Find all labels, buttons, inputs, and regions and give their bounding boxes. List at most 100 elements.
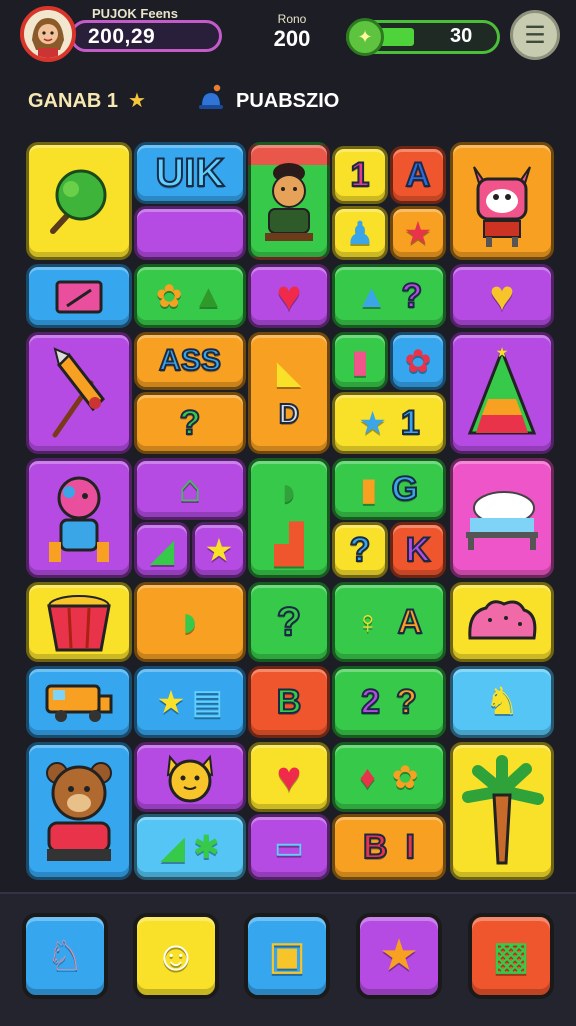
player-name: PUJOK Feens [92,6,178,21]
tray-tile[interactable]: ▭ [248,814,330,880]
uik-tile[interactable]: UIK [134,142,246,204]
helmet-tile[interactable]: ◗ [134,582,246,662]
d-label: D [278,397,300,430]
star-tile[interactable]: ★ [390,206,446,260]
card-icon: ▤ [191,683,224,721]
question-label: ? [276,599,302,645]
cake-icon [468,600,537,640]
a-tile[interactable]: A [390,146,446,204]
shoe-tile[interactable]: ◢ [134,522,190,578]
star-monster-icon: ★ [379,931,419,980]
robot-button[interactable]: ▩ [468,913,554,999]
cloud-bench-icon [466,491,538,550]
question-tile-3[interactable]: ? [332,522,388,578]
popcorn-tile[interactable] [26,582,132,662]
heart-tile[interactable]: ♥ [248,264,330,328]
b-i-tile[interactable]: B I [332,814,446,880]
monkey-tile[interactable] [26,458,132,578]
pin-flower-tile[interactable]: ♦ ✿ [332,742,446,812]
uik-label: UIK [155,150,226,196]
star-icon: ★ [156,684,186,720]
bell-icon: ▲ [355,278,388,314]
battery-icon: ▮ [359,471,378,507]
cloud-bench-tile[interactable] [450,458,554,578]
monkey-icon [49,476,109,562]
pirate-tile[interactable] [248,142,330,260]
one-tile[interactable]: 1 [332,146,388,204]
puzzle-name: PUABSZIO [236,90,340,112]
donkey-icon: ♘ [46,932,84,979]
k-label: K [405,530,432,570]
flower-icon: ✿ [404,343,432,379]
robot-icon: ▩ [492,934,530,978]
tray-icon: ▭ [273,829,305,865]
rocket-icon [52,347,105,438]
heart-tile-2[interactable]: ♥ [450,264,554,328]
k-tile[interactable]: K [390,522,446,578]
folder-icon [55,280,103,314]
bulb-icon: ♀ [355,604,380,640]
helmet-icon: ◗ [176,597,204,646]
donkey-button[interactable]: ♘ [22,913,108,999]
bear-tile[interactable] [26,742,132,880]
g-tile[interactable]: ▮ G [332,458,446,520]
pot-icon: ▟ [274,524,304,566]
tree-tile[interactable] [26,142,132,260]
svg-text:★: ★ [496,345,509,361]
person-tile[interactable]: ♟ [332,206,388,260]
fox-robot-icon [473,166,531,247]
bell-q-tile[interactable]: ▲ ? [332,264,446,328]
leaf-tree-tile[interactable]: ✿ ▲ [134,264,246,328]
dome-tile[interactable]: ◗ ▟ [248,458,330,578]
ask-tile[interactable]: ASS [134,332,246,390]
cat-face-icon: ☺ [154,932,198,979]
pin-icon: ♦ [359,759,376,795]
cat-face-button[interactable]: ☺ [133,913,219,999]
cake-tile[interactable] [450,582,554,662]
player-avatar[interactable] [20,6,76,62]
truck-tile[interactable] [26,666,132,738]
maple-leaf-icon: ✿ [155,278,183,314]
star-card-tile[interactable]: ★ ▤ [134,666,246,738]
map-button[interactable]: ▣ [244,913,330,999]
b-tile[interactable]: B [248,666,330,738]
two-label: 2 [360,682,381,722]
hat-icon: ⌂ [178,468,202,510]
star-icon: ★ [128,90,146,112]
question-tile[interactable]: ? [134,392,246,454]
christmas-tree-icon: ★ [467,345,537,435]
folder-tile[interactable] [26,264,132,328]
star-one-tile[interactable]: ★ 1 [332,392,446,454]
b-label: B [362,827,389,867]
two-q-tile[interactable]: 2 ? [332,666,446,738]
pirate-icon [265,163,313,241]
pine-icon: ▲ [192,278,225,314]
purple-tile[interactable] [134,206,246,260]
christmas-tree-tile[interactable]: ★ [450,332,554,454]
flag-d-tile[interactable]: ◣ D [248,332,330,454]
heart-icon: ♥ [489,272,515,319]
question-label: ? [400,276,423,316]
heart-tile-3[interactable]: ♥ [248,742,330,812]
bulb-a-tile[interactable]: ♀ A [332,582,446,662]
duck-tile[interactable]: ♞ [450,666,554,738]
battery-tile[interactable]: ▮ [332,332,388,390]
question-tile-4[interactable]: ? [248,582,330,662]
question-label: ? [395,682,418,722]
center-label: Rono [277,12,307,26]
shoe-icon: ◢ [149,532,175,568]
bell-icon [199,83,223,109]
star-monster-button[interactable]: ★ [356,913,442,999]
tree-icon [50,169,107,234]
cat-tile[interactable] [134,742,246,812]
snake-tile[interactable]: ◢ ✱ [134,814,246,880]
hat-tile[interactable]: ⌂ [134,458,246,520]
flower-tile[interactable]: ✿ [390,332,446,390]
star-tile-2[interactable]: ★ [192,522,246,578]
palm-tile[interactable] [450,742,554,880]
rocket-tile[interactable] [26,332,132,454]
fox-tile[interactable] [450,142,554,260]
hamburger-menu-icon[interactable]: ☰ [510,10,560,60]
leaf-icon: ✦ [346,18,384,56]
a-label: A [405,155,432,195]
